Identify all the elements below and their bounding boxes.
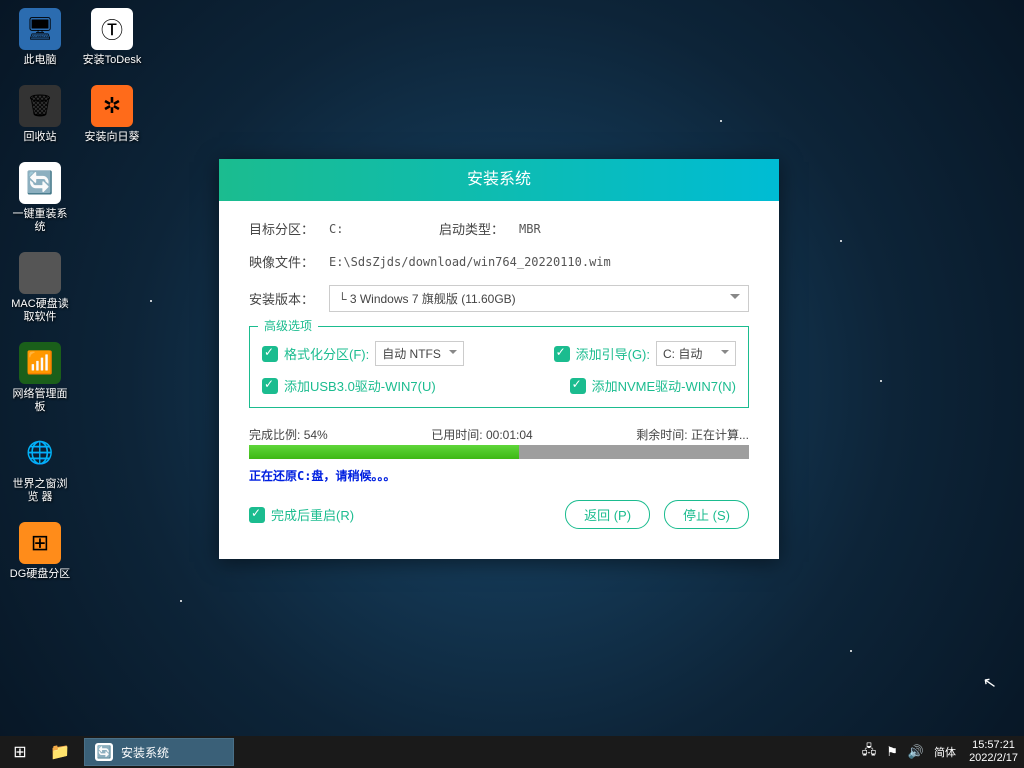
file-explorer-icon[interactable]: 📁 <box>40 736 80 768</box>
advanced-options-legend: 高级选项 <box>258 317 318 334</box>
boot-type-label: 启动类型： <box>439 219 519 238</box>
icon-label: 回收站 <box>8 131 72 144</box>
ime-indicator[interactable]: 简体 <box>934 744 956 760</box>
window-title: 安装系统 <box>219 159 779 201</box>
app-icon <box>19 252 61 294</box>
desktop-icon[interactable]: 🌐 世界之窗浏览 器 <box>8 432 72 504</box>
taskbar-app-button[interactable]: 🔄 安装系统 <box>84 738 234 766</box>
status-text: 正在还原C:盘，请稍候。。。 <box>249 467 749 484</box>
network-icon[interactable]: 🖧 <box>862 741 877 763</box>
progress-fill <box>249 445 519 459</box>
format-checkbox[interactable] <box>262 346 278 362</box>
nvme-driver-option[interactable]: 添加NVME驱动-WIN7(N) <box>570 376 736 395</box>
icon-label: 一键重装系统 <box>8 208 72 234</box>
desktop-icon[interactable]: MAC硬盘读 取软件 <box>8 252 72 324</box>
progress-info: 完成比例: 54% 已用时间: 00:01:04 剩余时间: 正在计算... <box>249 426 749 443</box>
system-tray: 🖧 ⚑ 🔊 简体 15:57:21 2022/2/17 <box>857 739 1024 765</box>
taskbar: ⊞ 📁 🔄 安装系统 🖧 ⚑ 🔊 简体 15:57:21 2022/2/17 <box>0 736 1024 768</box>
desktop-icon[interactable]: ⊞ DG硬盘分区 <box>8 522 72 581</box>
app-icon: 🗑 <box>19 85 61 127</box>
advanced-options-group: 高级选项 格式化分区(F): 自动 NTFS 添加引导(G): C: 自动 添加… <box>249 326 749 408</box>
boot-drive-select[interactable]: C: 自动 <box>656 341 736 366</box>
nvme-checkbox[interactable] <box>570 378 586 394</box>
app-icon: 🌐 <box>19 432 61 474</box>
image-file-value: E:\SdsZjds/download/win764_20220110.wim <box>329 255 611 269</box>
usb3-driver-option[interactable]: 添加USB3.0驱动-WIN7(U) <box>262 376 436 395</box>
install-version-dropdown[interactable]: └ 3 Windows 7 旗舰版 (11.60GB) <box>329 285 749 312</box>
desktop-icon[interactable]: 🗑 回收站 <box>8 85 72 144</box>
app-icon: 🖥 <box>19 8 61 50</box>
app-icon: 🔄 <box>19 162 61 204</box>
desktop-icon[interactable]: 🔄 一键重装系统 <box>8 162 72 234</box>
app-icon: Ⓣ <box>91 8 133 50</box>
restart-after-option[interactable]: 完成后重启(R) <box>249 505 354 524</box>
back-button[interactable]: 返回 (P) <box>565 500 650 529</box>
icon-label: 世界之窗浏览 器 <box>8 478 72 504</box>
icon-label: 安装向日葵 <box>80 131 144 144</box>
install-window: 安装系统 目标分区： C: 启动类型： MBR 映像文件： E:\SdsZjds… <box>219 159 779 559</box>
app-icon: 🔄 <box>95 743 113 761</box>
image-file-label: 映像文件： <box>249 252 329 271</box>
format-partition-option[interactable]: 格式化分区(F): 自动 NTFS <box>262 341 464 366</box>
volume-icon[interactable]: 🔊 <box>908 744 924 760</box>
desktop-icon[interactable]: ✲ 安装向日葵 <box>80 85 144 144</box>
icon-label: 安装ToDesk <box>80 54 144 67</box>
icon-label: 网络管理面板 <box>8 388 72 414</box>
app-icon: ✲ <box>91 85 133 127</box>
add-boot-option[interactable]: 添加引导(G): C: 自动 <box>554 341 736 366</box>
format-type-select[interactable]: 自动 NTFS <box>375 341 464 366</box>
restart-checkbox[interactable] <box>249 507 265 523</box>
stop-button[interactable]: 停止 (S) <box>664 500 749 529</box>
usb3-checkbox[interactable] <box>262 378 278 394</box>
boot-type-value: MBR <box>519 222 541 236</box>
action-center-icon[interactable]: ⚑ <box>886 744 898 760</box>
icon-label: 此电脑 <box>8 54 72 67</box>
target-partition-value: C: <box>329 222 439 236</box>
cursor-icon: ↖ <box>981 672 998 694</box>
desktop-icons-col1: 🖥 此电脑 🗑 回收站 🔄 一键重装系统 MAC硬盘读 取软件 📶 网络管理面板 🌐 世界之窗浏览 … <box>8 8 72 599</box>
clock[interactable]: 15:57:21 2022/2/17 <box>969 739 1018 765</box>
boot-checkbox[interactable] <box>554 346 570 362</box>
app-icon: 📶 <box>19 342 61 384</box>
desktop-icon[interactable]: 🖥 此电脑 <box>8 8 72 67</box>
install-version-label: 安装版本： <box>249 289 329 308</box>
desktop-icons-col2: Ⓣ 安装ToDesk ✲ 安装向日葵 <box>80 8 144 162</box>
progress-percent: 54% <box>304 428 328 442</box>
app-icon: ⊞ <box>19 522 61 564</box>
target-partition-label: 目标分区： <box>249 219 329 238</box>
icon-label: DG硬盘分区 <box>8 568 72 581</box>
icon-label: MAC硬盘读 取软件 <box>8 298 72 324</box>
elapsed-time: 00:01:04 <box>486 428 533 442</box>
desktop-icon[interactable]: Ⓣ 安装ToDesk <box>80 8 144 67</box>
remaining-time: 正在计算... <box>691 428 749 442</box>
start-button[interactable]: ⊞ <box>0 736 40 768</box>
progress-bar <box>249 445 749 459</box>
desktop-icon[interactable]: 📶 网络管理面板 <box>8 342 72 414</box>
